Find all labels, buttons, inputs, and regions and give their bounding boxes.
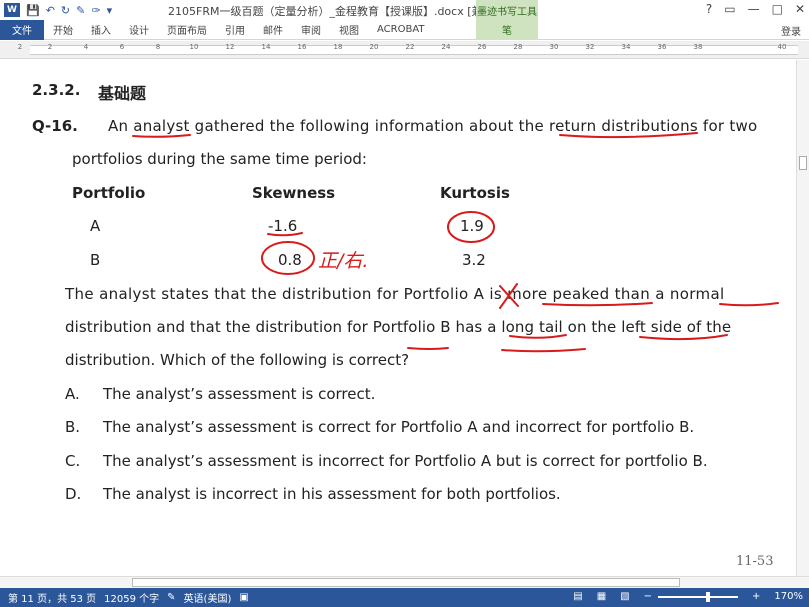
ink-tools-context-tab: 墨迹书写工具 xyxy=(476,0,538,20)
zoom-slider[interactable] xyxy=(658,591,739,602)
zoom-slider-knob[interactable] xyxy=(706,591,711,602)
ink-underline-b-has xyxy=(407,347,449,350)
zoom-out-button[interactable]: − xyxy=(644,591,652,602)
word-app-icon: W xyxy=(4,3,20,17)
highlighter-icon[interactable]: ✑ xyxy=(91,4,100,17)
ruler-tick: 6 xyxy=(119,43,125,51)
ink-handwritten-note: 正/右. xyxy=(318,250,369,272)
tab-mailings[interactable]: 邮件 xyxy=(254,20,292,40)
ruler-tick: 18 xyxy=(333,43,343,51)
page-count[interactable]: 第 11 页，共 53 页 xyxy=(8,590,96,605)
save-icon[interactable]: 💾 xyxy=(26,4,40,17)
web-layout-icon[interactable]: ▧ xyxy=(620,591,629,602)
ruler-tick: 20 xyxy=(369,43,379,51)
ruler-tick: 8 xyxy=(155,43,161,51)
zoom-in-button[interactable]: + xyxy=(752,591,760,602)
help-button[interactable]: ? xyxy=(706,2,712,16)
document-title: 2105FRM一级百题（定量分析）_金程教育【授课版】.docx [兼容模... xyxy=(168,5,515,18)
ink-underline-left-side xyxy=(639,334,728,341)
read-mode-icon[interactable]: ▤ xyxy=(573,591,582,602)
customize-toolbar-icon[interactable]: ▾ xyxy=(107,4,113,17)
proofing-icon[interactable]: ✎ xyxy=(167,592,175,603)
tab-page-layout[interactable]: 页面布局 xyxy=(158,20,216,40)
tab-pen[interactable]: 笔 xyxy=(476,19,538,40)
ruler-tick: 10 xyxy=(189,43,199,51)
ruler-tick: 26 xyxy=(477,43,487,51)
tab-home[interactable]: 开始 xyxy=(44,20,82,40)
tab-review[interactable]: 审阅 xyxy=(292,20,330,40)
ruler-tick: 16 xyxy=(297,43,307,51)
tab-references[interactable]: 引用 xyxy=(216,20,254,40)
ruler-tick: 30 xyxy=(549,43,559,51)
ruler-tick: 32 xyxy=(585,43,595,51)
zoom-control: ▤ ▦ ▧ − + 170% xyxy=(565,591,803,602)
sign-in-link[interactable]: 登录 xyxy=(781,23,801,38)
ink-underline-more-peaked xyxy=(542,302,653,307)
horizontal-scroll-thumb[interactable] xyxy=(132,578,680,587)
ink-annotations xyxy=(132,132,779,353)
close-button[interactable]: ✕ xyxy=(795,2,805,16)
language[interactable]: 英语(美国) xyxy=(184,590,232,605)
ruler-tick: 38 xyxy=(693,43,703,51)
horizontal-scrollbar[interactable] xyxy=(0,576,809,588)
ruler-tick: 2 xyxy=(47,43,53,51)
print-layout-icon[interactable]: ▦ xyxy=(597,591,606,602)
quick-access-toolbar: W 💾 ↶ ↻ ✎ ✑ ▾ xyxy=(0,3,112,17)
tab-acrobat[interactable]: ACROBAT xyxy=(368,20,434,40)
tab-file[interactable]: 文件 xyxy=(0,19,44,40)
vertical-scroll-thumb[interactable] xyxy=(799,156,807,170)
macro-icon[interactable]: ▣ xyxy=(239,592,248,603)
pen-icon[interactable]: ✎ xyxy=(76,4,85,17)
ruler-tick: 36 xyxy=(657,43,667,51)
tab-insert[interactable]: 插入 xyxy=(82,20,120,40)
ink-underline-a-long xyxy=(501,348,586,353)
document-page[interactable]: 2.3.2. 基础题 Q-16. An analyst gathered the… xyxy=(0,60,796,576)
ruler-tick: 22 xyxy=(405,43,415,51)
ink-underline-normal xyxy=(719,302,779,307)
ribbon-display-button[interactable]: ▭ xyxy=(724,2,735,16)
redo-icon[interactable]: ↻ xyxy=(61,4,70,17)
window-controls: ? ▭ — □ ✕ xyxy=(706,2,805,16)
ruler-tick: 24 xyxy=(441,43,451,51)
word-count[interactable]: 12059 个字 xyxy=(104,590,159,605)
ink-underline-analyst xyxy=(132,134,191,138)
tab-view[interactable]: 视图 xyxy=(330,20,368,40)
title-bar: W 💾 ↶ ↻ ✎ ✑ ▾ 2105FRM一级百题（定量分析）_金程教育【授课版… xyxy=(0,0,809,20)
ruler-tick: 14 xyxy=(261,43,271,51)
minimize-button[interactable]: — xyxy=(748,2,760,16)
ruler-tick: 2 xyxy=(17,43,23,51)
ink-underline-long-tail xyxy=(509,334,567,339)
zoom-level[interactable]: 170% xyxy=(774,591,803,602)
maximize-button[interactable]: □ xyxy=(772,2,783,16)
vertical-scrollbar[interactable] xyxy=(796,60,809,576)
ink-underline-return-distributions xyxy=(559,132,698,139)
ribbon-tabs: 文件 开始 插入 设计 页面布局 引用 邮件 审阅 视图 ACROBAT 笔 登… xyxy=(0,19,809,40)
ruler-tick: 28 xyxy=(513,43,523,51)
undo-icon[interactable]: ↶ xyxy=(46,4,55,17)
ruler-tick: 40 xyxy=(777,43,787,51)
ruler-tick: 4 xyxy=(83,43,89,51)
ink-circle-skewness-b xyxy=(261,241,315,275)
ink-strike-portfolio-a xyxy=(499,283,519,309)
ink-circle-kurtosis-a xyxy=(447,211,495,243)
ruler-tick: 34 xyxy=(621,43,631,51)
ink-underline-skewness-a xyxy=(267,232,303,237)
ruler-tick: 12 xyxy=(225,43,235,51)
tab-design[interactable]: 设计 xyxy=(120,20,158,40)
status-bar: 第 11 页，共 53 页 12059 个字 ✎ 英语(美国) ▣ ▤ ▦ ▧ … xyxy=(0,588,809,607)
horizontal-ruler[interactable]: 2 2 4 6 8 10 12 14 16 18 20 22 24 26 28 … xyxy=(0,41,809,59)
